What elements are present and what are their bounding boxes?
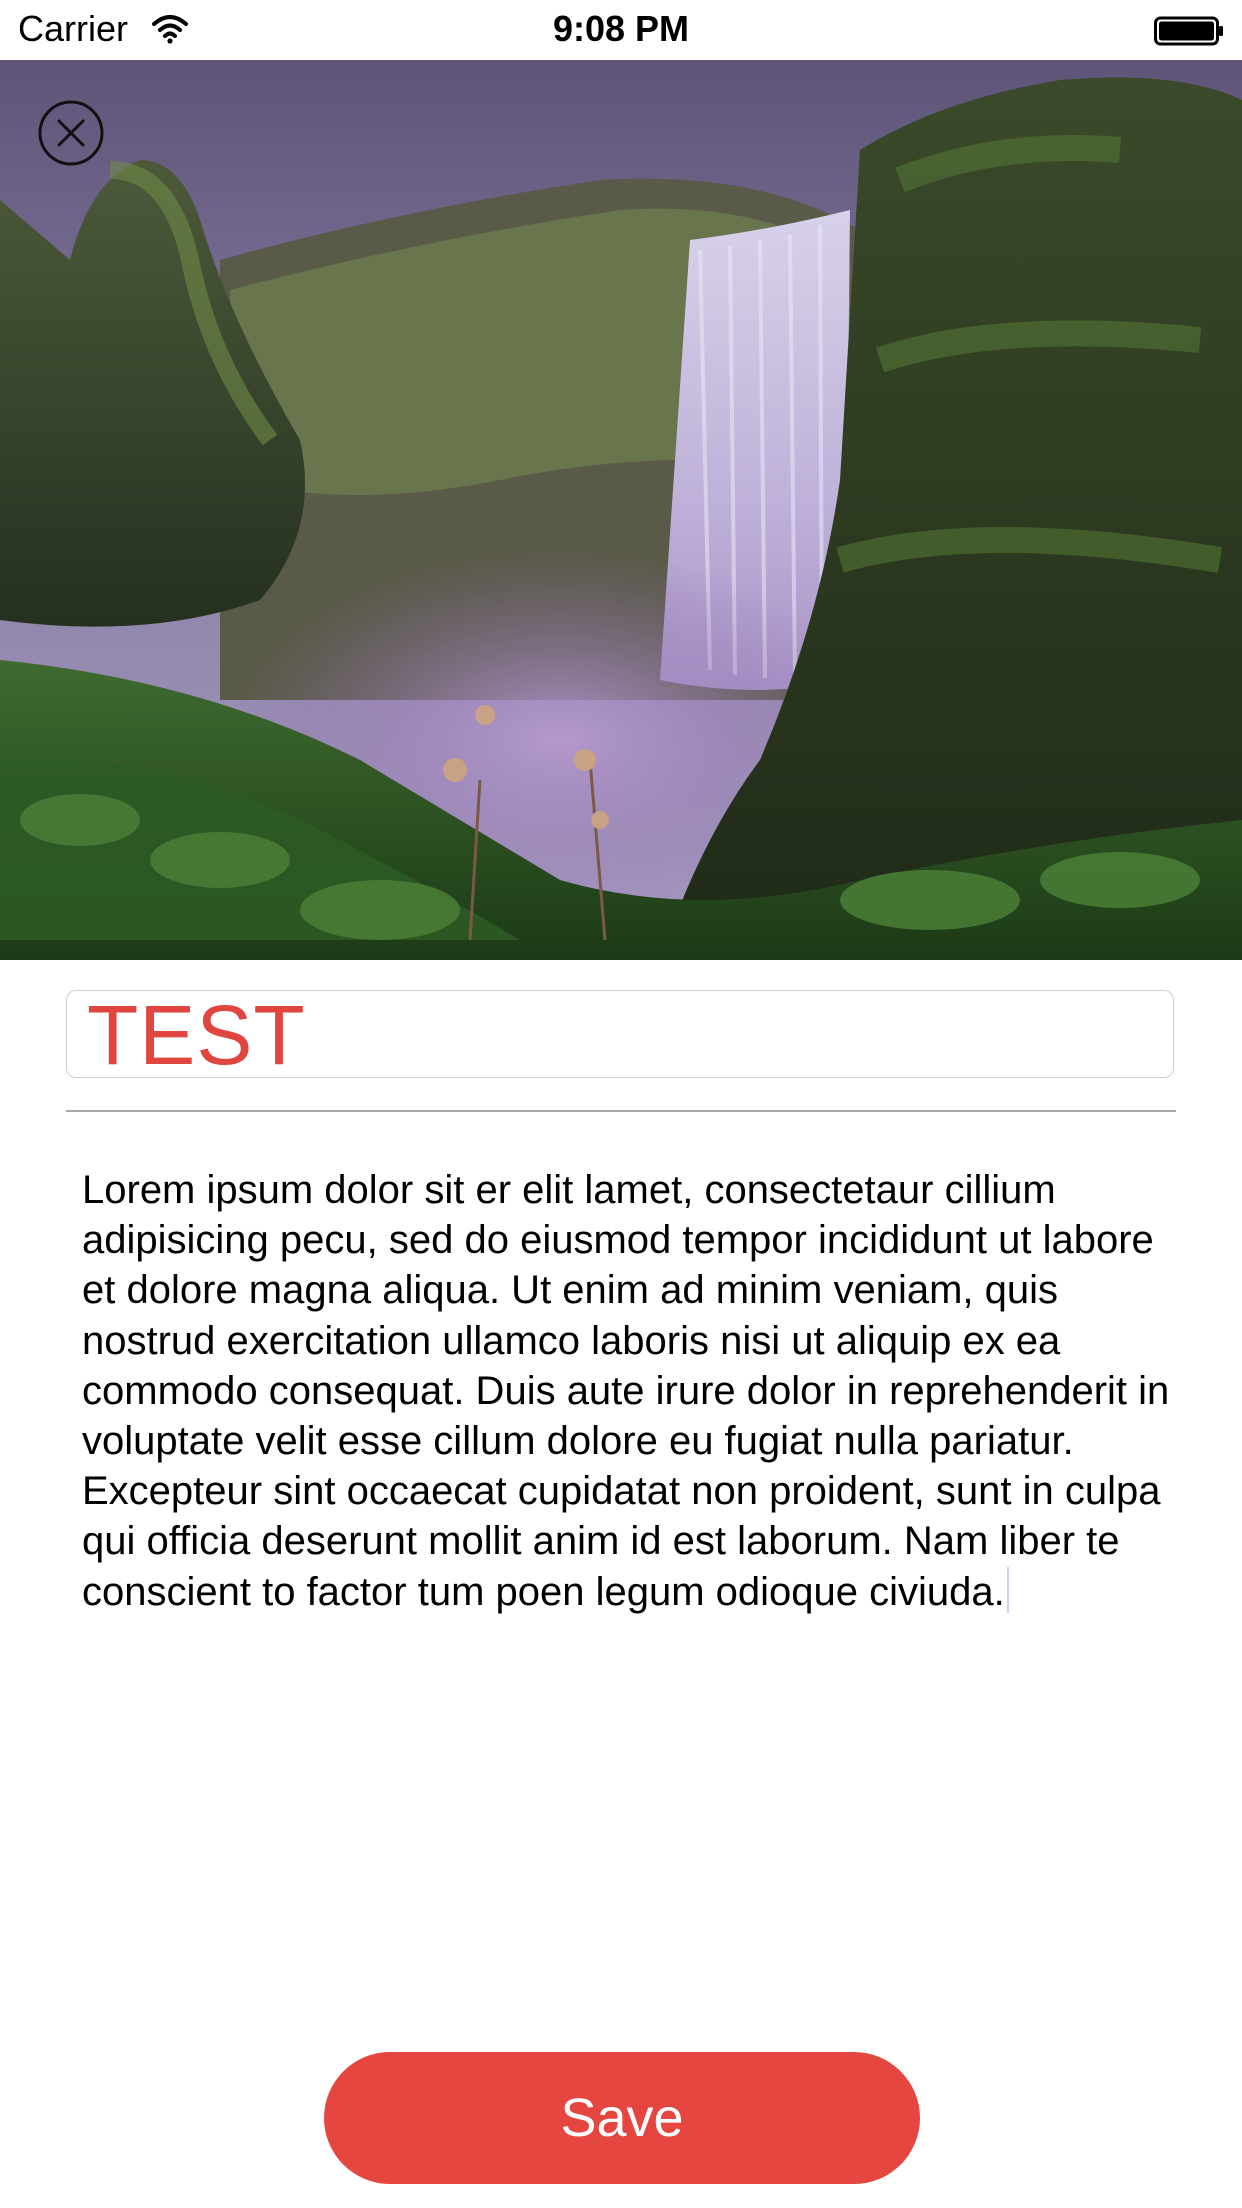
title-field[interactable]: TEST <box>66 990 1174 1078</box>
divider <box>66 1110 1176 1112</box>
close-icon <box>57 119 85 147</box>
close-button[interactable] <box>36 98 106 168</box>
battery-icon <box>1154 16 1223 46</box>
status-bar: Carrier 9:08 PM <box>0 0 1242 60</box>
body-textarea[interactable]: Lorem ipsum dolor sit er elit lamet, con… <box>82 1165 1172 1617</box>
text-cursor <box>1006 1566 1009 1613</box>
save-button[interactable]: Save <box>324 2052 920 2184</box>
title-input-value: TEST <box>87 988 306 1082</box>
clock: 9:08 PM <box>552 8 690 49</box>
waterfall-photo <box>0 60 1242 960</box>
editor-screen: Carrier 9:08 PM TEST Lorem ipsum dolor s… <box>0 0 1242 2208</box>
body-text: Lorem ipsum dolor sit er elit lamet, con… <box>82 1168 1170 1614</box>
